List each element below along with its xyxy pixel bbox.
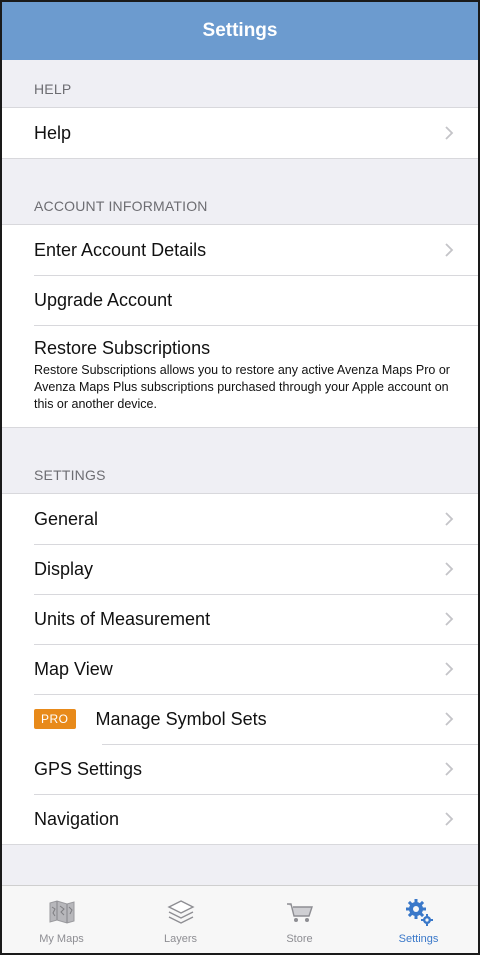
row-manage-symbol-sets-label: Manage Symbol Sets xyxy=(95,708,267,729)
section-header-help: HELP xyxy=(2,60,478,108)
chevron-right-icon xyxy=(445,243,454,257)
row-gps-settings[interactable]: GPS Settings xyxy=(2,744,478,794)
row-manage-symbol-sets[interactable]: PRO Manage Symbol Sets xyxy=(2,694,478,744)
row-help[interactable]: Help xyxy=(2,108,478,158)
tab-store-label: Store xyxy=(286,933,313,945)
row-restore-subscriptions[interactable]: Restore Subscriptions Restore Subscripti… xyxy=(2,325,478,427)
row-units-label: Units of Measurement xyxy=(34,608,211,629)
section-header-settings: SETTINGS xyxy=(2,467,478,494)
map-icon xyxy=(49,900,74,924)
chevron-right-icon xyxy=(445,762,454,776)
chevron-right-icon xyxy=(445,712,454,726)
chevron-right-icon xyxy=(445,662,454,676)
row-navigation[interactable]: Navigation xyxy=(2,794,478,844)
chevron-right-icon xyxy=(445,562,454,576)
row-general[interactable]: General xyxy=(2,494,478,544)
row-display-label: Display xyxy=(34,558,94,579)
account-group: Enter Account Details Upgrade Account Re… xyxy=(2,225,478,428)
settings-group: General Display Units of Measurement Map… xyxy=(2,494,478,845)
restore-subscriptions-description: Restore Subscriptions allows you to rest… xyxy=(34,363,450,411)
chevron-right-icon xyxy=(445,612,454,626)
help-group: Help xyxy=(2,108,478,159)
row-enter-account-details[interactable]: Enter Account Details xyxy=(2,225,478,275)
tab-my-maps-label: My Maps xyxy=(39,933,84,945)
section-header-account: ACCOUNT INFORMATION xyxy=(2,198,478,225)
app-frame: Settings HELP Help ACCOUNT INFORMATION E… xyxy=(0,0,480,955)
row-enter-account-details-label: Enter Account Details xyxy=(34,239,207,260)
restore-subscriptions-title: Restore Subscriptions xyxy=(34,338,211,358)
row-gps-settings-label: GPS Settings xyxy=(34,758,143,779)
tab-layers-label: Layers xyxy=(163,933,198,945)
page-title: Settings xyxy=(202,20,278,41)
layers-icon xyxy=(166,900,195,924)
navigation-bar: Settings xyxy=(2,2,478,60)
row-display[interactable]: Display xyxy=(2,544,478,594)
row-help-label: Help xyxy=(34,122,72,143)
row-map-view-label: Map View xyxy=(34,658,113,679)
row-general-label: General xyxy=(34,508,99,529)
pro-badge: PRO xyxy=(34,709,76,729)
row-navigation-label: Navigation xyxy=(34,808,120,829)
row-map-view[interactable]: Map View xyxy=(2,644,478,694)
tab-my-maps[interactable]: My Maps xyxy=(2,886,121,953)
row-upgrade-account-label: Upgrade Account xyxy=(34,289,173,310)
chevron-right-icon xyxy=(445,812,454,826)
settings-list[interactable]: HELP Help ACCOUNT INFORMATION Enter Acco… xyxy=(2,60,478,845)
cart-icon xyxy=(286,903,313,922)
tab-settings-label: Settings xyxy=(398,933,439,945)
row-units-of-measurement[interactable]: Units of Measurement xyxy=(2,594,478,644)
row-upgrade-account[interactable]: Upgrade Account xyxy=(2,275,478,325)
tab-bar: My Maps Layers Store Settings xyxy=(2,885,478,953)
gear-icon xyxy=(405,899,433,926)
tab-store[interactable]: Store xyxy=(240,886,359,953)
tab-layers[interactable]: Layers xyxy=(121,886,240,953)
tab-settings[interactable]: Settings xyxy=(359,886,478,953)
chevron-right-icon xyxy=(445,126,454,140)
chevron-right-icon xyxy=(445,512,454,526)
